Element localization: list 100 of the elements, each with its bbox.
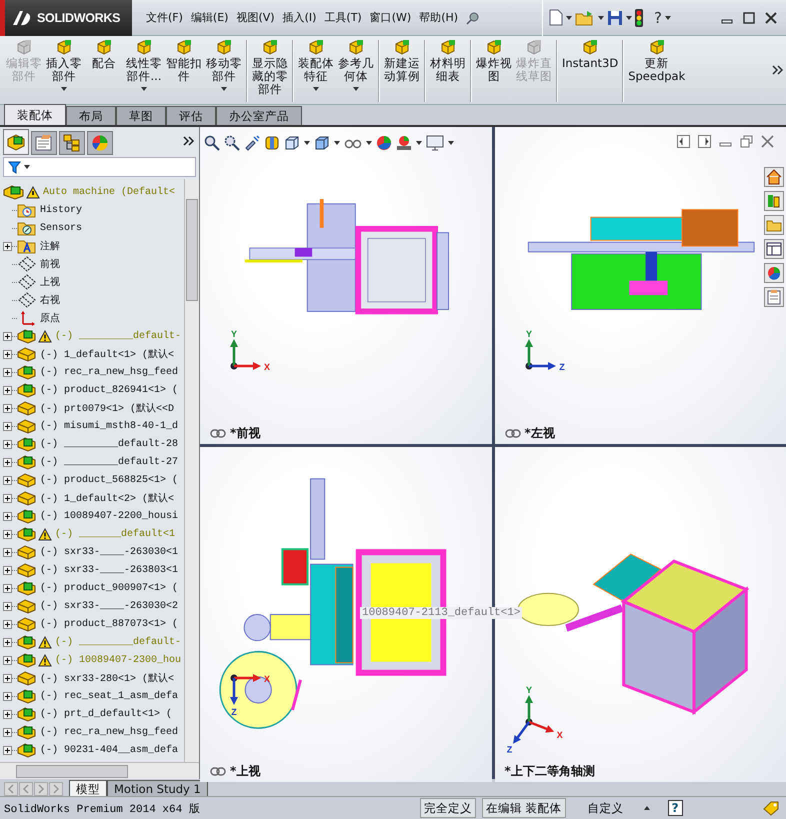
tag-icon[interactable] [762, 800, 780, 816]
chevron-icon[interactable] [183, 135, 195, 148]
caret-icon[interactable] [221, 87, 227, 91]
section-icon[interactable] [264, 135, 280, 152]
expand-icon[interactable] [3, 620, 12, 629]
tree-item[interactable]: (-) rec_ra_new_hsg_feed [40, 726, 178, 738]
tree-item[interactable]: 上视 [40, 275, 60, 290]
tree-item[interactable]: (-) product_826941<1> ( [40, 384, 178, 396]
panel-tab[interactable] [59, 131, 85, 156]
caret-icon[interactable] [448, 141, 454, 146]
expand-icon[interactable] [3, 566, 12, 575]
traffic-light-icon[interactable] [635, 8, 643, 26]
expand-icon[interactable] [3, 638, 12, 647]
expand-icon[interactable] [3, 728, 12, 737]
expand-icon[interactable] [3, 530, 12, 539]
books-icon[interactable] [764, 191, 784, 212]
units-field[interactable]: 自定义 [588, 800, 624, 816]
new-document-icon[interactable] [549, 9, 563, 26]
toolbar-button[interactable]: 配合 [84, 38, 124, 70]
tab[interactable]: 模型 [69, 780, 107, 796]
zoom-icon[interactable] [204, 135, 220, 152]
toolbar-button[interactable]: 装配体 特征 [296, 38, 336, 91]
expand-icon[interactable] [3, 692, 12, 701]
link-icon[interactable] [210, 767, 226, 776]
tree-item[interactable]: Auto machine (Default< [43, 186, 176, 198]
caret-icon[interactable] [416, 141, 422, 146]
expand-icon[interactable] [3, 494, 12, 503]
clipboard-icon[interactable] [764, 287, 784, 308]
tree-item[interactable]: (-) 1_default<2> (默认< [40, 491, 174, 506]
toolbar-button[interactable]: 新建运 动算例 [382, 38, 422, 83]
caret-icon[interactable] [366, 141, 372, 146]
split-right-icon[interactable] [698, 135, 711, 148]
caret-icon[interactable] [304, 141, 310, 146]
toolbar-button[interactable]: 线性零 部件... [124, 38, 164, 91]
tree-item[interactable]: (-) sxr33-____-263030<2 [40, 600, 178, 612]
expand-icon[interactable] [3, 656, 12, 665]
zoom-icon[interactable] [224, 135, 240, 152]
tree-item[interactable]: (-) product_568825<1> ( [40, 474, 178, 486]
tab[interactable]: 办公室产品 [216, 106, 302, 126]
color-wheel-icon[interactable] [764, 263, 784, 284]
expand-icon[interactable] [3, 458, 12, 467]
expand-icon[interactable] [3, 422, 12, 431]
expand-icon[interactable] [3, 584, 12, 593]
toolbar-button[interactable]: 插入零 部件 [44, 38, 84, 91]
panel-tab[interactable] [87, 131, 113, 156]
monitor-icon[interactable] [426, 135, 444, 152]
tree-item[interactable]: (-) _________default- [55, 330, 182, 342]
glasses-icon[interactable] [344, 137, 362, 150]
link-icon[interactable] [504, 429, 520, 438]
tree-item[interactable]: (-) 1_default<1> (默认< [40, 347, 174, 362]
tree-item[interactable]: 右视 [40, 293, 60, 308]
expand-icon[interactable] [3, 674, 12, 683]
toolbar-button[interactable]: 移动零 部件 [204, 38, 244, 91]
toolbar-button[interactable]: 爆炸视 图 [474, 38, 514, 83]
expand-icon[interactable] [3, 512, 12, 521]
flashlight-icon[interactable] [244, 135, 260, 152]
help-button[interactable]: ? [654, 8, 662, 26]
tree-item[interactable]: (-) rec_seat_1_asm_defa [40, 690, 178, 702]
caret-icon[interactable] [313, 87, 319, 91]
folder-icon[interactable] [764, 215, 784, 236]
split-left-icon[interactable] [677, 135, 690, 148]
help-button[interactable]: ? [668, 800, 683, 816]
caret-icon[interactable] [598, 16, 604, 20]
tree-item[interactable]: 前视 [40, 257, 60, 272]
scene-icon[interactable] [396, 135, 412, 152]
restore-icon[interactable] [740, 135, 753, 148]
menu-item[interactable]: 插入(I) [278, 10, 320, 25]
tree-item[interactable]: (-) _______default<1 [55, 528, 176, 540]
menu-item[interactable]: 编辑(E) [186, 10, 232, 25]
tree-item[interactable]: (-) _________default- [55, 636, 182, 648]
tree-item[interactable]: (-) prt0079<1> (默认<<D [40, 401, 174, 416]
tree-item[interactable]: (-) 10089407-2200_housi [40, 510, 178, 522]
menu-item[interactable]: 窗口(W) [366, 10, 416, 25]
expand-icon[interactable] [3, 404, 12, 413]
tree-item[interactable]: (-) 90231-404__asm_defa [40, 744, 178, 756]
caret-icon[interactable] [353, 87, 359, 91]
tree-item[interactable]: Sensors [40, 222, 82, 234]
tree-item[interactable]: (-) 10089407-2300_hou [55, 654, 182, 666]
expand-icon[interactable] [3, 440, 12, 449]
tab[interactable]: Motion Study 1 [107, 780, 208, 796]
chevron-icon[interactable] [772, 64, 784, 76]
tab[interactable]: 装配体 [4, 104, 66, 126]
expand-icon[interactable] [3, 710, 12, 719]
panel-tab[interactable] [31, 131, 57, 156]
expand-icon[interactable] [3, 746, 12, 755]
tree-item[interactable]: (-) _________default-27 [40, 456, 178, 468]
expand-icon[interactable] [3, 242, 12, 251]
scrollbar[interactable] [184, 179, 199, 762]
tree-item[interactable]: (-) prt_d_default<1> ( [40, 708, 172, 720]
close-icon[interactable] [764, 10, 778, 24]
house-icon[interactable] [764, 167, 784, 188]
sphere-icon[interactable] [376, 135, 392, 152]
expand-icon[interactable] [3, 386, 12, 395]
tree-item[interactable]: (-) product_900907<1> ( [40, 582, 178, 594]
caret-icon[interactable] [664, 16, 671, 20]
scrollbar[interactable] [0, 762, 199, 780]
menu-item[interactable]: 帮助(H) [415, 10, 462, 25]
expand-icon[interactable] [3, 332, 12, 341]
menu-item[interactable]: 工具(T) [320, 10, 366, 25]
window-icon[interactable] [764, 239, 784, 260]
